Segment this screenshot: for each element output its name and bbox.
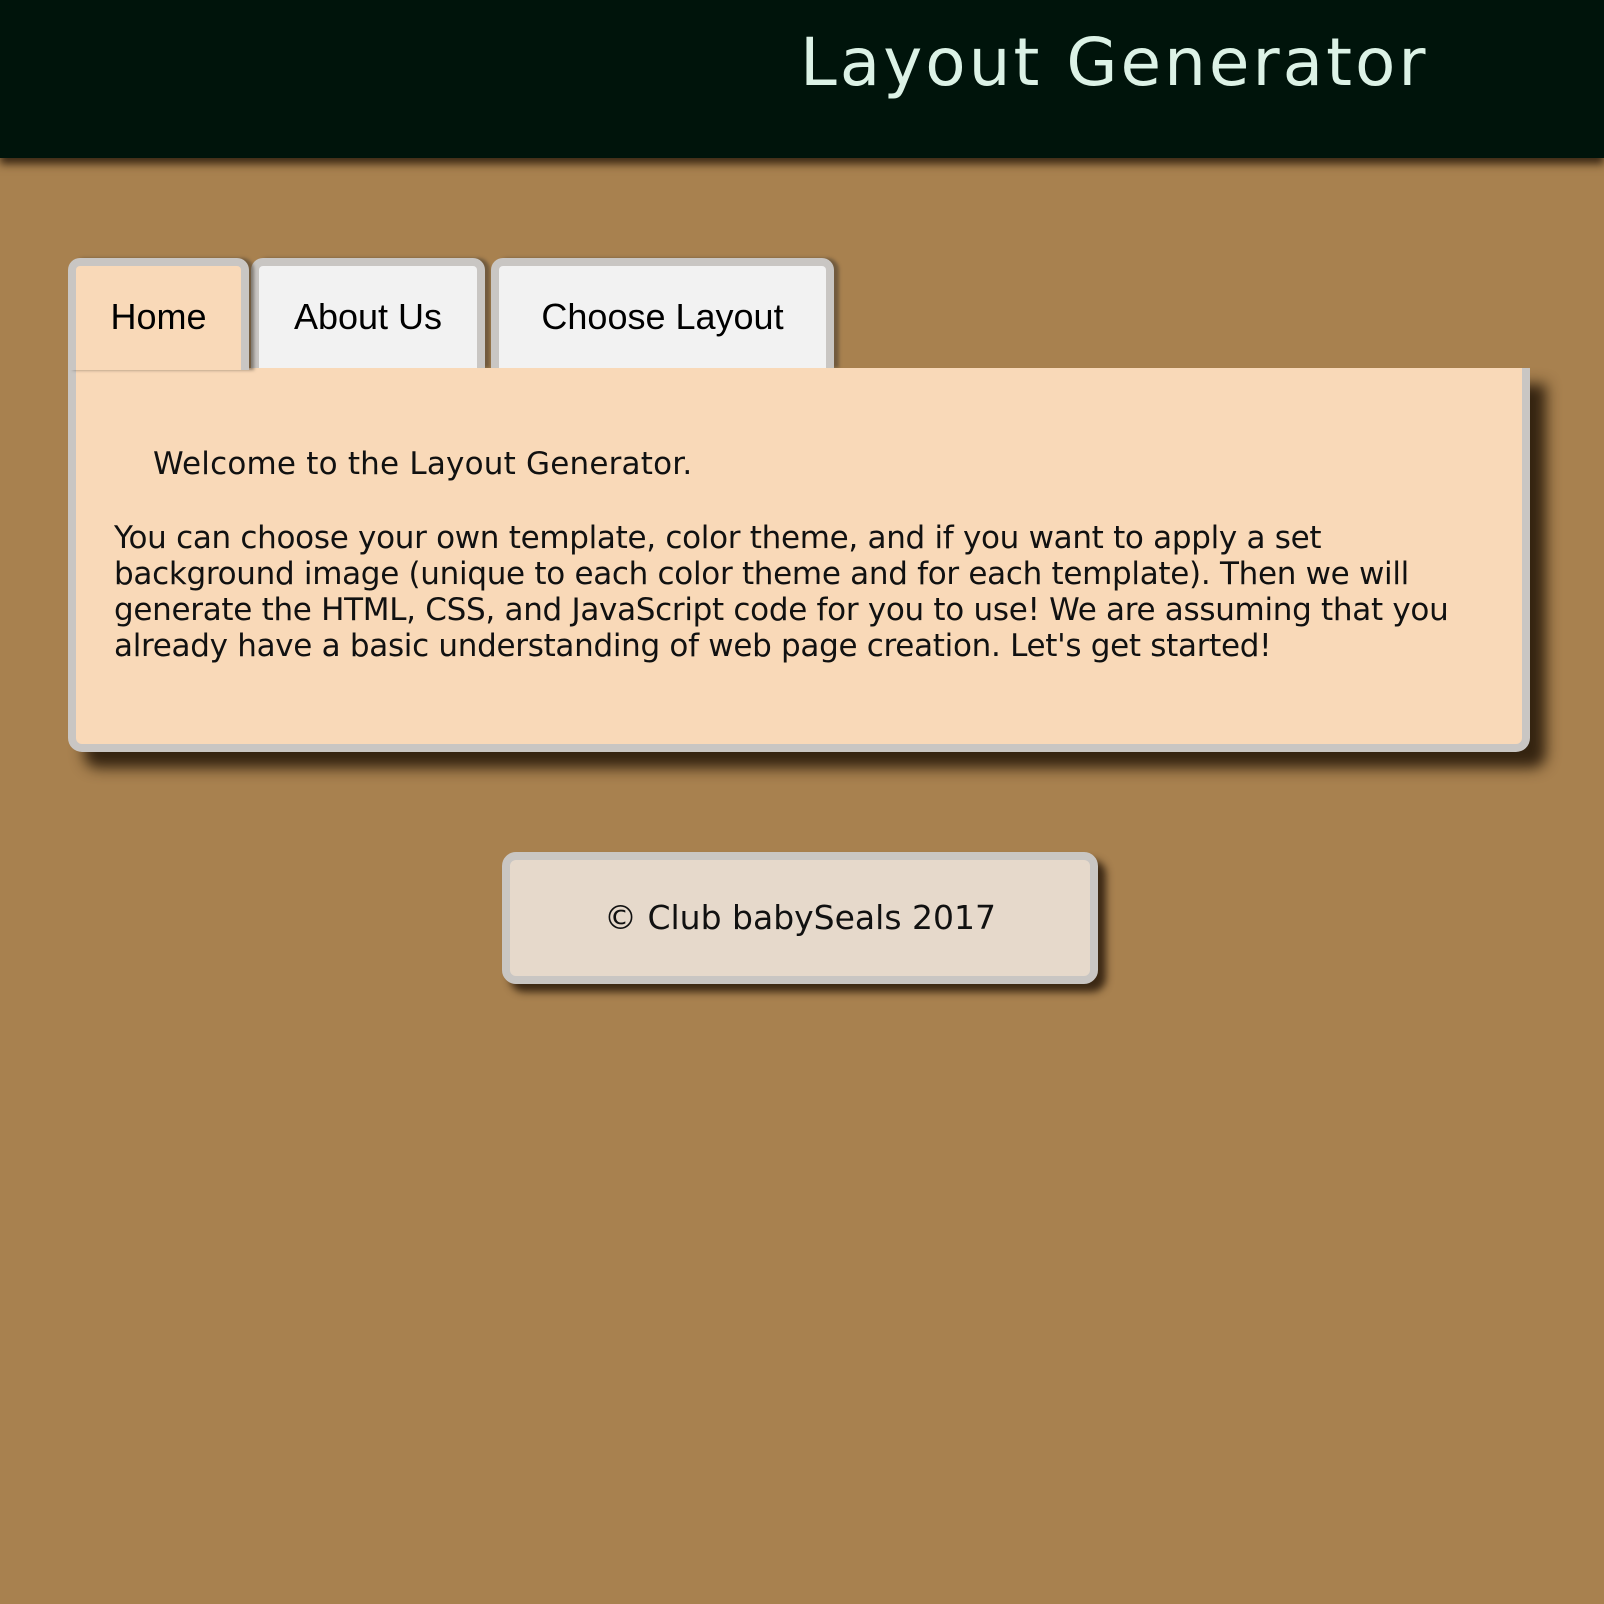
- intro-paragraph: You can choose your own template, color …: [114, 520, 1449, 664]
- page-footer: © Club babySeals 2017: [502, 852, 1098, 984]
- tab-about-us[interactable]: About Us: [251, 258, 485, 368]
- tab-choose-layout[interactable]: Choose Layout: [491, 258, 834, 368]
- page-header: Layout Generator: [0, 0, 1604, 158]
- welcome-message: Welcome to the Layout Generator.: [153, 446, 693, 482]
- tab-home[interactable]: Home: [68, 258, 249, 370]
- home-content-panel: Welcome to the Layout Generator. You can…: [68, 368, 1530, 752]
- page-title: Layout Generator: [800, 24, 1429, 101]
- copyright-text: © Club babySeals 2017: [603, 898, 996, 937]
